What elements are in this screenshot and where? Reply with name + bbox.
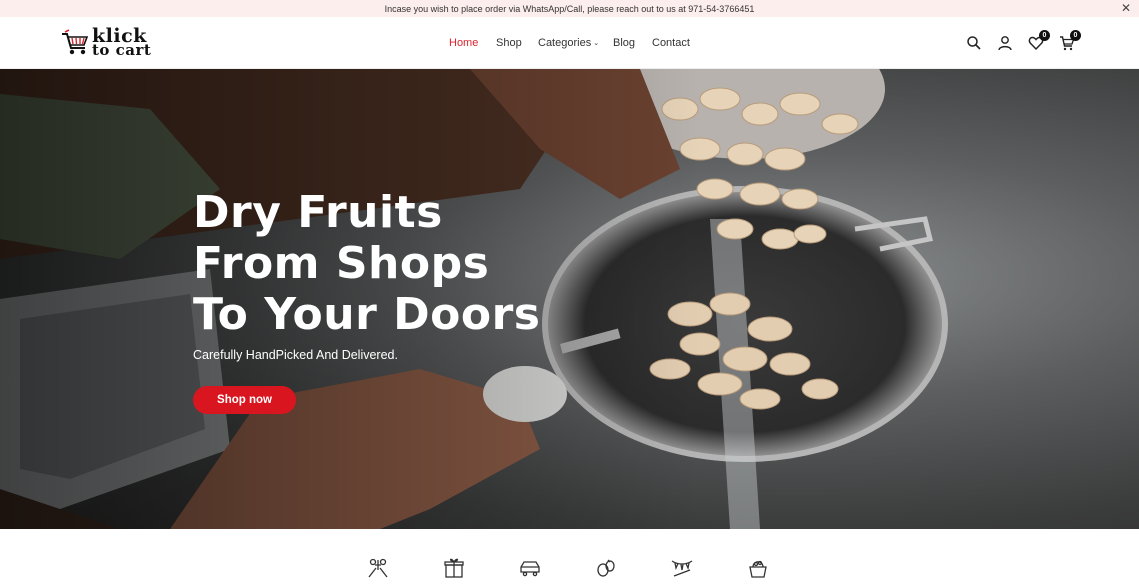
celebration-icon[interactable]: [670, 556, 694, 580]
hamper-icon[interactable]: [746, 556, 770, 580]
hero-subtitle: Carefully HandPicked And Delivered.: [193, 348, 398, 362]
nav-home[interactable]: Home: [449, 37, 478, 49]
announcement-bar: Incase you wish to place order via Whats…: [0, 0, 1139, 17]
cart-count-badge: 0: [1070, 30, 1081, 41]
category-icons-row: [0, 529, 1139, 580]
wishlist-button[interactable]: 0: [1028, 30, 1050, 51]
wishlist-count-badge: 0: [1039, 30, 1050, 41]
hero-background-image: [0, 69, 948, 529]
shop-now-button[interactable]: Shop now: [193, 386, 296, 414]
nav-shop[interactable]: Shop: [496, 37, 522, 49]
hero-banner: Dry Fruits From Shops To Your Doors Care…: [0, 69, 1139, 529]
gift-box-icon[interactable]: [442, 556, 466, 580]
chevron-down-icon: ⌄: [593, 40, 600, 47]
nav-blog[interactable]: Blog: [613, 37, 635, 49]
nav-contact[interactable]: Contact: [652, 37, 690, 49]
user-icon[interactable]: [997, 35, 1013, 51]
cart-button[interactable]: 0: [1059, 30, 1081, 51]
car-icon[interactable]: [518, 556, 542, 580]
site-header: klick to cart Home Shop Categories ⌄ Blog…: [0, 17, 1139, 69]
hero-title-line-2: From Shops: [193, 238, 490, 289]
hero-title-line-1: Dry Fruits: [193, 187, 443, 238]
announcement-text: Incase you wish to place order via Whats…: [384, 3, 755, 14]
search-icon[interactable]: [966, 35, 982, 51]
nuts-icon[interactable]: [594, 556, 618, 580]
gifting-icon[interactable]: [366, 556, 390, 580]
close-icon[interactable]: ✕: [1121, 2, 1131, 14]
hero-title: Dry Fruits From Shops To Your Doors: [193, 187, 540, 340]
nav-categories-label: Categories: [538, 37, 592, 49]
nav-categories[interactable]: Categories ⌄: [538, 37, 599, 49]
hero-title-line-3: To Your Doors: [193, 289, 541, 340]
